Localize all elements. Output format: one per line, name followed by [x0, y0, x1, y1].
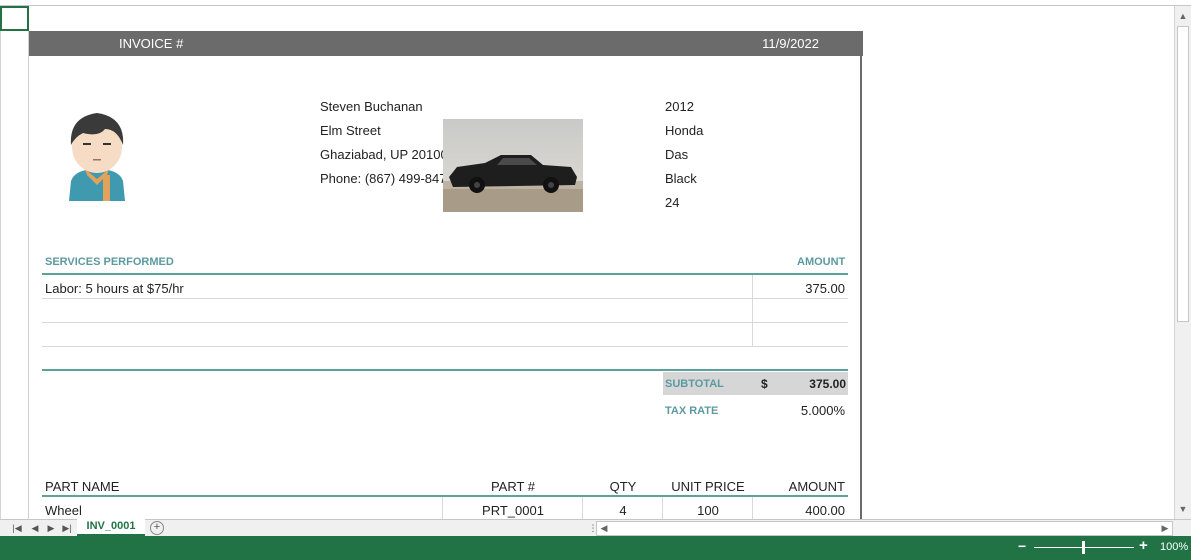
service-description[interactable]: Labor: 5 hours at $75/hr [45, 281, 184, 296]
row-divider [42, 298, 848, 299]
active-cell-a1[interactable] [0, 6, 29, 31]
customer-street[interactable]: Elm Street [320, 123, 381, 138]
row-header-edge [0, 31, 1, 519]
zoom-level[interactable]: 100% [1160, 541, 1188, 553]
column-divider [662, 497, 663, 519]
parts-amount-header: AMOUNT [788, 479, 845, 494]
add-sheet-icon[interactable]: + [150, 521, 164, 535]
part-qty[interactable]: 4 [583, 503, 663, 518]
zoom-in-button[interactable]: + [1139, 537, 1148, 554]
currency-symbol: $ [761, 377, 768, 391]
customer-city[interactable]: Ghaziabad, UP 20100 [320, 147, 448, 162]
services-header: SERVICES PERFORMED [45, 256, 174, 268]
invoice-date[interactable]: 11/9/2022 [762, 36, 819, 51]
services-total-rule [42, 369, 848, 371]
invoice-number-label: INVOICE # [119, 36, 184, 51]
sheet-tab-inv-0001[interactable]: INV_0001 [77, 519, 145, 536]
subtotal-row[interactable]: SUBTOTAL $ 375.00 [663, 372, 848, 395]
vertical-scrollbar[interactable]: ▲ ▼ [1174, 6, 1191, 519]
row-divider [42, 346, 848, 347]
tax-rate-label: TAX RATE [665, 405, 719, 417]
car-photo[interactable] [443, 119, 583, 212]
part-name[interactable]: Wheel [45, 503, 82, 518]
horizontal-scrollbar[interactable]: ◀ ▶ [596, 521, 1173, 536]
vertical-scroll-thumb[interactable] [1177, 26, 1189, 322]
parts-number-header: PART # [490, 479, 536, 494]
column-divider [752, 497, 753, 519]
part-number[interactable]: PRT_0001 [443, 503, 583, 518]
services-header-rule [42, 273, 848, 275]
subtotal-label: SUBTOTAL [665, 378, 724, 390]
prev-sheet-icon[interactable]: ◀ [28, 521, 42, 535]
part-amount[interactable]: 400.00 [753, 503, 845, 518]
next-sheet-icon[interactable]: ▶ [44, 521, 58, 535]
first-sheet-icon[interactable]: |◀ [10, 521, 24, 535]
column-divider [752, 275, 753, 346]
invoice-page: INVOICE # 11/9/2022 Steven Buchanan Elm … [28, 31, 863, 519]
vehicle-color[interactable]: Black [665, 171, 697, 186]
parts-qty-header: QTY [609, 479, 637, 494]
person-avatar-icon[interactable] [59, 99, 135, 203]
vehicle-year[interactable]: 2012 [665, 99, 694, 114]
parts-header-rule [42, 495, 848, 497]
last-sheet-icon[interactable]: ▶| [60, 521, 74, 535]
tax-rate-value[interactable]: 5.000% [773, 403, 845, 418]
vehicle-make[interactable]: Honda [665, 123, 703, 138]
invoice-header-bar: INVOICE # 11/9/2022 [29, 31, 863, 56]
vehicle-extra[interactable]: 24 [665, 195, 679, 210]
zoom-slider-thumb[interactable] [1082, 541, 1085, 554]
customer-name[interactable]: Steven Buchanan [320, 99, 423, 114]
worksheet-grid[interactable]: INVOICE # 11/9/2022 Steven Buchanan Elm … [0, 6, 1174, 519]
scroll-down-icon[interactable]: ▼ [1175, 501, 1191, 517]
status-bar: − + 100% [0, 536, 1191, 560]
column-divider [442, 497, 443, 519]
scroll-left-icon[interactable]: ◀ [597, 521, 611, 535]
subtotal-value[interactable]: 375.00 [773, 377, 846, 391]
vehicle-model[interactable]: Das [665, 147, 688, 162]
scroll-right-icon[interactable]: ▶ [1158, 521, 1172, 535]
column-divider [582, 497, 583, 519]
parts-unit-price-header: UNIT PRICE [671, 479, 745, 494]
sheet-tab-bar: |◀ ◀ ▶ ▶| INV_0001 + ⋮ ◀ ▶ [0, 519, 1191, 536]
row-divider [42, 322, 848, 323]
parts-name-header: PART NAME [45, 479, 120, 494]
services-amount-header: AMOUNT [797, 256, 846, 268]
service-amount[interactable]: 375.00 [752, 281, 845, 296]
zoom-out-button[interactable]: − [1018, 538, 1026, 554]
customer-phone[interactable]: Phone: (867) 499-8475 [320, 171, 454, 186]
scroll-up-icon[interactable]: ▲ [1175, 8, 1191, 24]
part-unit-price[interactable]: 100 [663, 503, 753, 518]
